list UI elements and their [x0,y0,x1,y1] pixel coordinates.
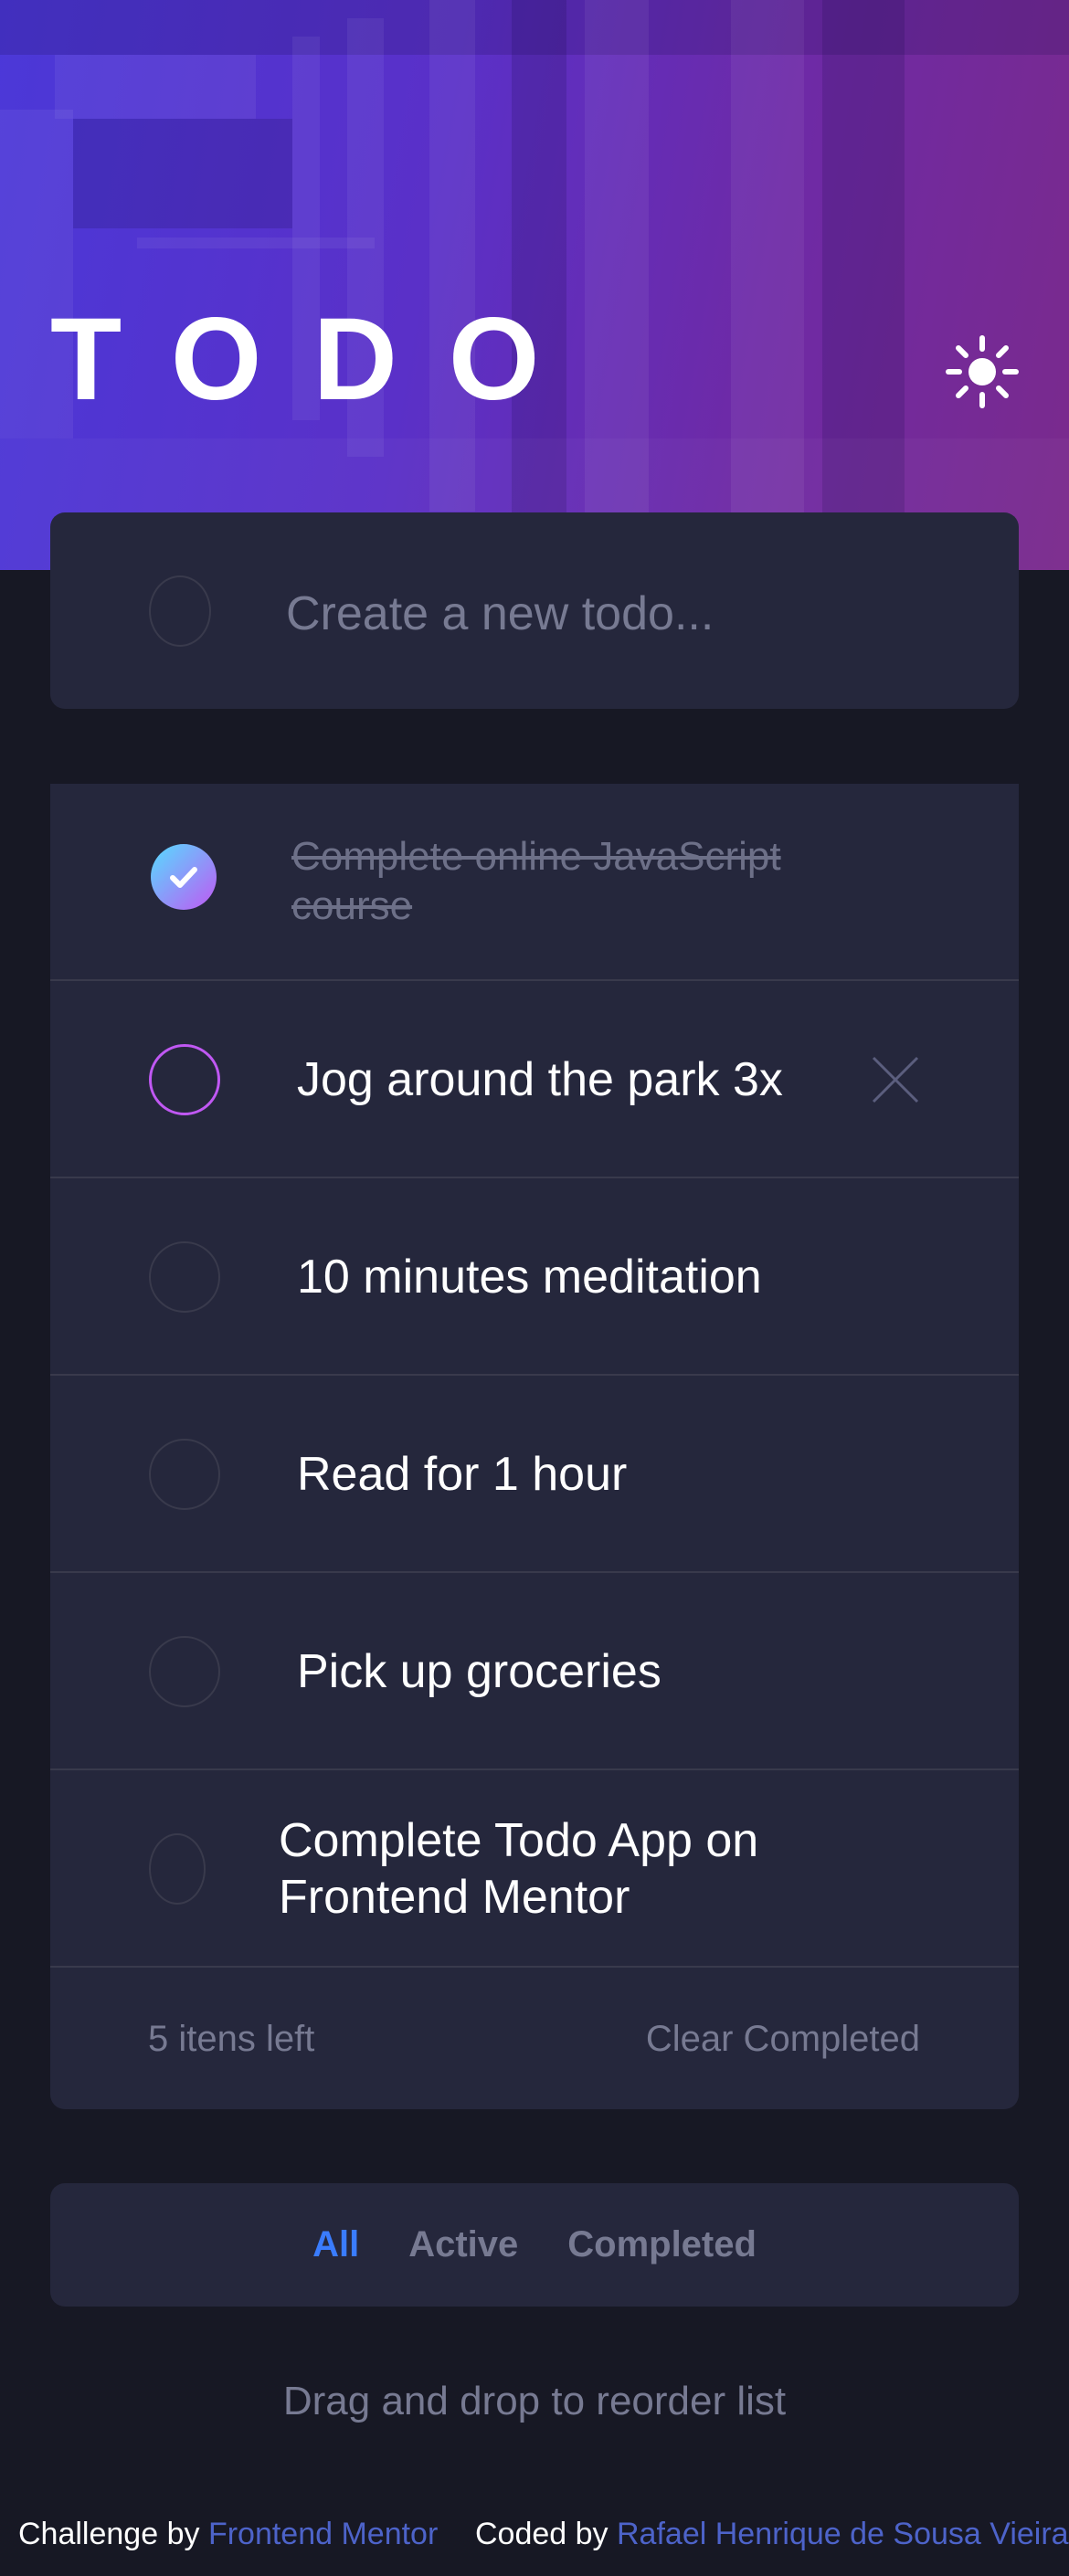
drag-hint: Drag and drop to reorder list [282,2379,787,2423]
todo-item[interactable]: Complete Todo App on Frontend Mentor [50,1770,1019,1968]
todo-checkbox[interactable] [149,1241,220,1313]
todo-checkbox[interactable] [149,1044,220,1115]
todo-checkbox[interactable] [149,1439,220,1510]
filter-completed-button[interactable]: Completed [567,2224,757,2265]
new-todo-checkbox[interactable] [149,575,211,647]
delete-todo-button[interactable] [868,1052,923,1107]
new-todo-input[interactable] [284,567,982,660]
close-icon [872,1056,919,1103]
filter-bar: All Active Completed [50,2183,1019,2307]
todo-item[interactable]: Jog around the park 3x [50,981,1019,1178]
todo-checkbox-checked[interactable] [151,844,217,910]
new-todo-form [50,512,1019,709]
todo-label: Complete Todo App on Frontend Mentor [279,1814,759,1924]
items-left-count: 5 itens left [148,2019,315,2059]
clear-completed-button[interactable]: Clear Completed [646,2019,920,2060]
todo-label: 10 minutes meditation [297,1251,762,1304]
check-icon [170,867,197,888]
frontend-mentor-link[interactable]: Frontend Mentor [208,2517,438,2551]
challenge-attribution: Challenge by Frontend Mentor [18,2517,438,2552]
coded-prefix: Coded by [475,2517,609,2551]
header-background [0,0,1069,570]
todo-list: Complete online JavaScript course Jog ar… [50,784,1019,2109]
theme-toggle-button[interactable] [941,331,1023,413]
todo-checkbox[interactable] [149,1636,220,1707]
todo-label: Pick up groceries [297,1645,662,1698]
todo-item[interactable]: Read for 1 hour [50,1376,1019,1573]
filter-all-button[interactable]: All [312,2224,359,2265]
todo-item[interactable]: Complete online JavaScript course [50,784,1019,981]
todo-checkbox[interactable] [149,1833,206,1905]
filter-active-button[interactable]: Active [408,2224,518,2265]
list-footer: 5 itens left Clear Completed [50,1968,1019,2109]
sun-icon [946,335,1019,408]
todo-item[interactable]: 10 minutes meditation [50,1178,1019,1376]
todo-item[interactable]: Pick up groceries [50,1573,1019,1770]
todo-label: Read for 1 hour [297,1448,628,1501]
author-link[interactable]: Rafael Henrique de Sousa Vieira [617,2517,1069,2551]
coded-by-attribution: Coded by Rafael Henrique de Sousa Vieira [475,2517,1069,2552]
challenge-prefix: Challenge by [18,2517,200,2551]
todo-label: Complete online JavaScript course [291,834,781,928]
app-title: TODO [50,294,591,425]
todo-label: Jog around the park 3x [297,1053,783,1106]
